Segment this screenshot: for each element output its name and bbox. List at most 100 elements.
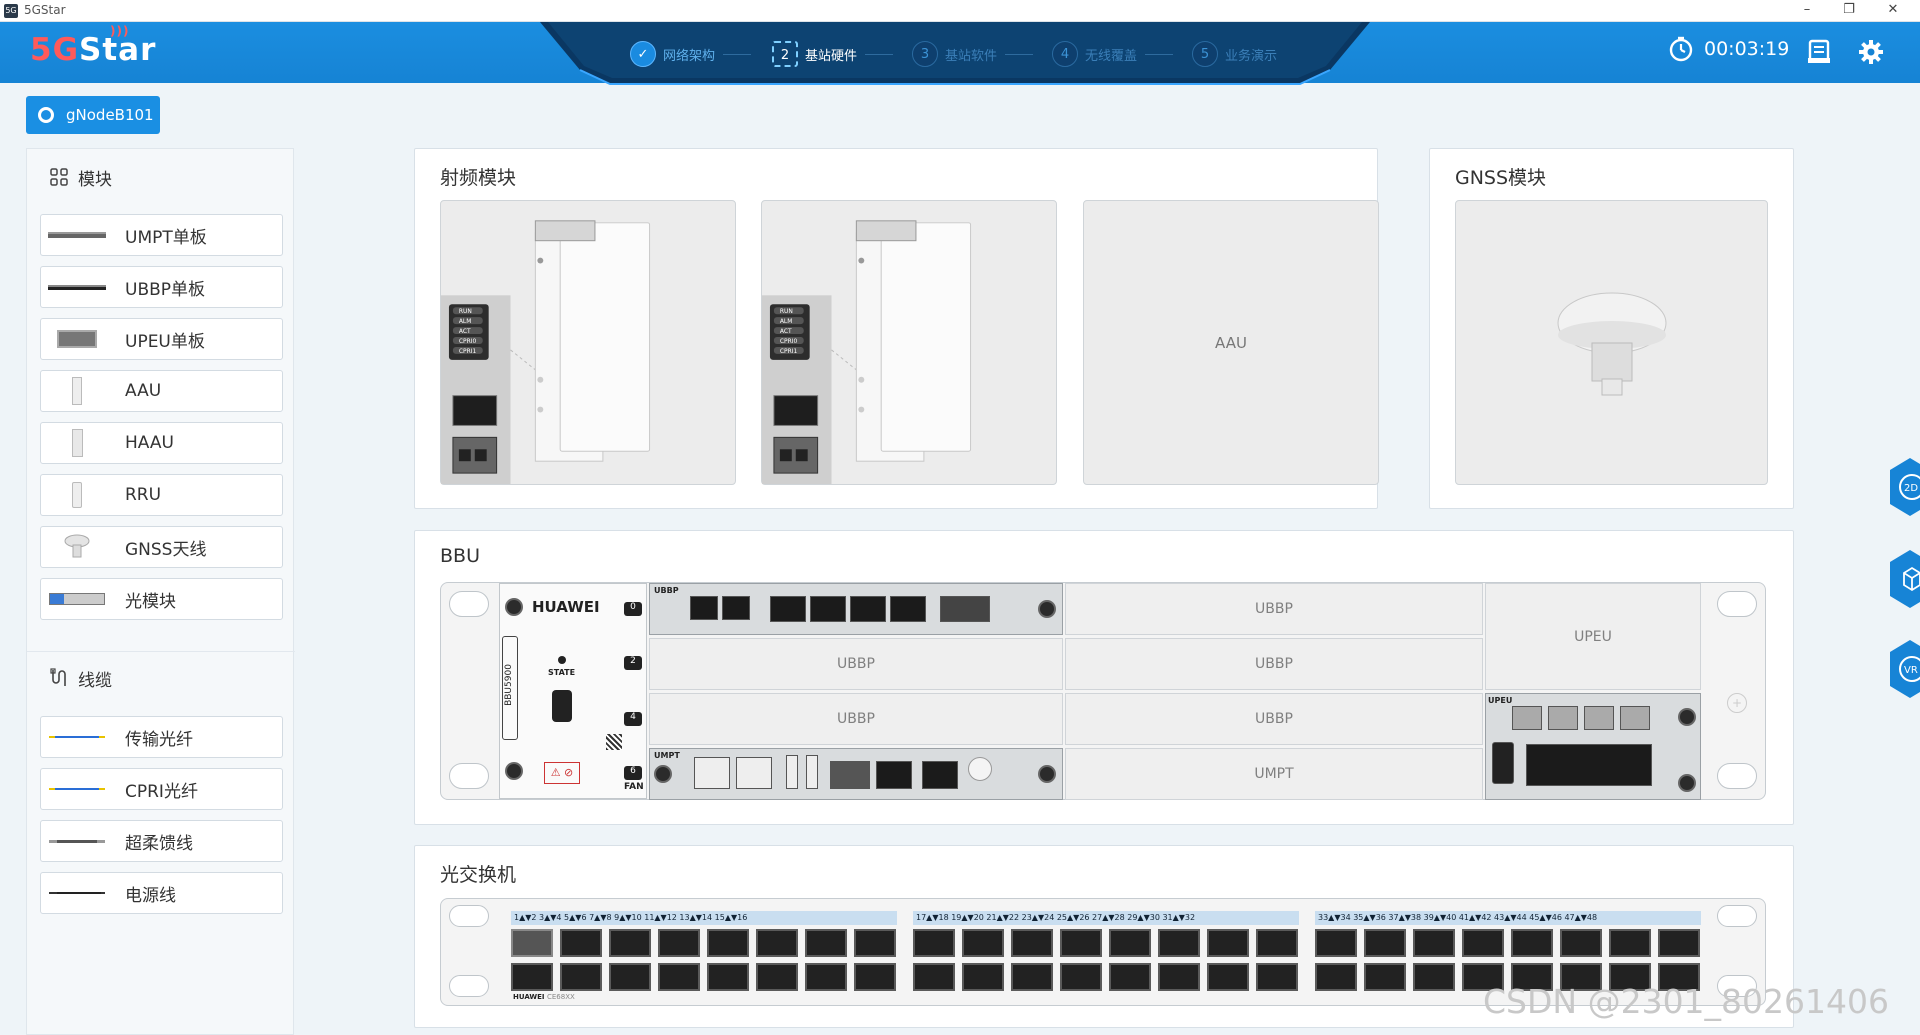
switch-port[interactable] [1060,929,1102,957]
ethernet-port[interactable] [694,757,730,789]
gnss-port[interactable] [968,757,992,781]
switch-port[interactable] [560,963,602,991]
switch-port[interactable] [1011,963,1053,991]
bbu-slot-4-empty[interactable]: UBBP [649,693,1063,745]
switch-port[interactable] [1560,929,1602,957]
switch-port[interactable] [756,929,798,957]
switch-port[interactable] [1011,929,1053,957]
power-input-port[interactable] [1526,744,1652,786]
view-3d-button[interactable] [1890,548,1920,610]
sfp-port[interactable] [890,596,926,622]
step-network-architecture[interactable]: ✓ 网络架构 [630,40,752,68]
switch-port[interactable] [1413,929,1455,957]
switch-port[interactable] [560,929,602,957]
ethernet-port[interactable] [736,757,772,789]
sfp-port[interactable] [922,761,958,789]
switch-port[interactable] [1413,963,1455,991]
bbu-slot-7-empty[interactable]: UMPT [1065,748,1483,800]
bbu-slot-1-empty[interactable]: UBBP [1065,583,1483,635]
module-upeu[interactable]: UPEU单板 [40,318,283,360]
step-base-station-hardware[interactable]: 2 基站硬件 [772,40,894,68]
sfp-port[interactable] [876,761,912,789]
bbu-slot-3-empty[interactable]: UBBP [1065,638,1483,690]
switch-port[interactable] [1207,963,1249,991]
switch-port[interactable] [805,929,847,957]
rf-slot-3-empty[interactable]: AAU [1083,200,1379,485]
switch-port[interactable] [707,963,749,991]
switch-port[interactable] [805,963,847,991]
switch-port[interactable] [1364,963,1406,991]
switch-port[interactable] [1511,929,1553,957]
gear-icon[interactable] [1858,39,1884,65]
switch-port[interactable] [854,929,896,957]
switch-port[interactable] [1207,929,1249,957]
module-haau[interactable]: HAAU [40,422,283,464]
step-service-demo[interactable]: 5 业务演示 [1192,40,1277,68]
switch-port[interactable] [511,963,553,991]
gnss-slot-installed[interactable] [1455,200,1768,485]
sfp-port[interactable] [722,596,750,620]
alarm-port[interactable] [1548,706,1578,730]
module-rru[interactable]: RRU [40,474,283,516]
bbu-slot-6-umpt-installed[interactable]: UMPT [649,748,1063,800]
switch-port[interactable] [511,929,553,957]
switch-port[interactable] [707,929,749,957]
monitor-port[interactable] [1620,706,1650,730]
switch-port[interactable] [1158,929,1200,957]
sfp-port[interactable] [830,761,870,789]
usb-port[interactable] [786,755,798,789]
switch-port[interactable] [1256,929,1298,957]
switch-port[interactable] [1256,963,1298,991]
switch-port[interactable] [1060,963,1102,991]
switch-port[interactable] [962,963,1004,991]
hei-port[interactable] [940,596,990,622]
monitor-port[interactable] [1584,706,1614,730]
bbu-power-slot-empty[interactable]: UPEU [1485,583,1701,690]
cable-transport-fiber[interactable]: 传输光纤 [40,716,283,758]
switch-port[interactable] [658,929,700,957]
report-icon[interactable] [1806,39,1832,65]
rf-slot-1-aau-installed[interactable]: RUN ALM ACT CPRI0 CPRI1 [440,200,736,485]
bbu-slot-2-empty[interactable]: UBBP [649,638,1063,690]
switch-port[interactable] [854,963,896,991]
cable-jumper[interactable]: 超柔馈线 [40,820,283,862]
switch-port[interactable] [913,929,955,957]
step-wireless-coverage[interactable]: 4 无线覆盖 [1052,40,1174,68]
view-vr-button[interactable]: VR [1890,638,1920,700]
switch-port[interactable] [1315,929,1357,957]
sfp-port[interactable] [810,596,846,622]
module-umpt[interactable]: UMPT单板 [40,214,283,256]
switch-port[interactable] [1315,963,1357,991]
switch-port[interactable] [1158,963,1200,991]
step-base-station-software[interactable]: 3 基站软件 [912,40,1034,68]
bbu-slot-0-ubbp-installed[interactable]: UBBP [649,583,1063,635]
module-optical[interactable]: 光模块 [40,578,283,620]
switch-port[interactable] [913,963,955,991]
sfp-port[interactable] [770,596,806,622]
bbu-slot-5-empty[interactable]: UBBP [1065,693,1483,745]
switch-port[interactable] [609,963,651,991]
module-aau[interactable]: AAU [40,370,283,412]
sfp-port[interactable] [690,596,718,620]
view-2d-button[interactable]: 2D [1890,456,1920,518]
close-button[interactable]: ✕ [1870,0,1916,22]
switch-port[interactable] [1462,929,1504,957]
switch-port[interactable] [1364,929,1406,957]
module-ubbp[interactable]: UBBP单板 [40,266,283,308]
restore-button[interactable]: ❐ [1826,0,1872,22]
gnodeb-tab[interactable]: gNodeB101 [26,96,160,134]
cable-cpri-fiber[interactable]: CPRI光纤 [40,768,283,810]
switch-port[interactable] [756,963,798,991]
switch-port[interactable] [1109,963,1151,991]
rf-slot-2-aau-installed[interactable]: RUN ALM ACT CPRI0 CPRI1 [761,200,1057,485]
switch-port[interactable] [1658,929,1700,957]
switch-port[interactable] [962,929,1004,957]
power-switch[interactable] [1492,742,1514,784]
switch-port[interactable] [609,929,651,957]
minimize-button[interactable]: – [1784,0,1830,22]
bbu-power-slot-upeu-installed[interactable]: UPEU [1485,693,1701,800]
switch-port[interactable] [1109,929,1151,957]
alarm-port[interactable] [1512,706,1542,730]
module-gnss-antenna[interactable]: GNSS天线 [40,526,283,568]
sfp-port[interactable] [850,596,886,622]
